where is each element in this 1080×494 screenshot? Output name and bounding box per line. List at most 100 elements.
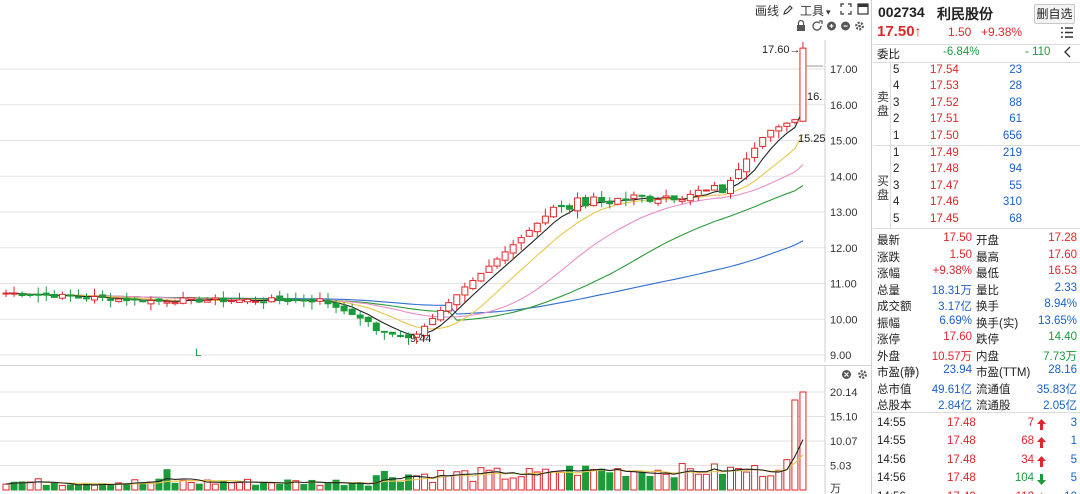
stock-name: 利民股份 [937,6,993,22]
trade-row[interactable]: 14:55 17.48 7 3 [873,416,1080,433]
ask-row[interactable]: 3 17.52 88 [873,96,1080,113]
volume-bar [340,485,348,491]
trade-row[interactable]: 14:56 17.48 34 5 [873,453,1080,470]
candle [316,292,324,305]
fullscreen-icon[interactable] [840,3,852,18]
stat-row[interactable]: 涨跌 1.50 最高 17.60 [873,248,1080,265]
ma-value-label: 15.25 [798,133,826,145]
bid-row[interactable]: 3 17.47 55 [873,179,1080,196]
stat-row[interactable]: 最新 17.50 开盘 17.28 [873,231,1080,248]
price-tick-label: 16.00 [830,100,858,112]
trade-row[interactable]: 14:56 17.48 104 5 [873,471,1080,488]
stat-row[interactable]: 涨停 17.60 跌停 14.40 [873,330,1080,347]
volume-bar [469,480,477,491]
bid-level: 5 [893,212,900,225]
candle [557,200,565,213]
volume-chart[interactable]: 20.14 15.10 10.07 5.03 万 [0,366,872,494]
bid-price: 17.45 [930,212,959,225]
stat-row[interactable]: 市盈(静) 23.94 市盈(TTM) 28.16 [873,363,1080,380]
bid-level: 3 [893,179,900,192]
divider [873,228,1080,229]
close-pane-icon[interactable] [842,370,851,379]
candle [598,191,606,208]
stat-value: 1.50 [949,248,972,261]
bid-row[interactable]: 1 17.49 219 [873,146,1080,163]
list-menu-icon[interactable] [1061,27,1073,41]
ask-level: 4 [893,80,900,93]
quote-panel: 002734 利民股份 删自选 17.50↑ 1.50 +9.38% 委比 -6… [873,0,1080,494]
low-price-marker: 9.44 [410,333,431,345]
bid-row[interactable]: 5 17.45 68 [873,212,1080,229]
trade-row[interactable]: 14:56 17.49 112 10 [873,490,1080,494]
stat-value: 13.65% [1037,314,1077,327]
ask-row[interactable]: 5 17.54 23 [873,63,1080,80]
volume-bar [477,467,485,491]
volume-bar [260,481,268,491]
price-tick-label: 13.00 [830,207,858,219]
volume-bar [445,475,453,491]
candle [348,303,356,315]
stat-label: 市盈(静) [877,367,920,379]
bid-volume: 68 [1009,212,1022,225]
ask-volume: 23 [1009,64,1022,76]
tools-menu-button[interactable]: 工具 ▾ [800,2,831,19]
stat-row[interactable]: 总量 18.31万 量比 2.33 [873,281,1080,298]
volume-bar [590,468,598,491]
volume-bar [413,475,421,491]
volume-bar [276,483,284,491]
candle [66,289,74,302]
chevron-left-icon[interactable] [1063,46,1073,61]
stat-row[interactable]: 外盘 10.57万 内盘 7.73万 [873,347,1080,364]
volume-bar [74,484,82,491]
trade-volume: 7 [1027,417,1034,429]
stat-row[interactable]: 振幅 6.69% 换手(实) 13.65% [873,314,1080,331]
stat-value: 23.94 [943,364,972,376]
volume-bar [799,391,807,491]
chart-toolbar: 画线 工具 ▾ [0,0,872,20]
ask-row[interactable]: 4 17.53 28 [873,79,1080,96]
gear-icon[interactable] [855,21,864,31]
zoom-in-icon[interactable] [827,21,836,31]
candle [195,296,203,303]
price-chart[interactable]: 17.00 16.00 15.00 14.00 13.00 12.00 11.00 10.00… [0,20,872,362]
candle [324,292,332,309]
trade-price: 17.48 [947,472,976,485]
window-icon[interactable] [857,3,869,18]
trade-row[interactable]: 14:55 17.48 68 1 [873,434,1080,451]
draw-line-button[interactable]: 画线 [755,2,794,19]
volume-bar [66,484,74,491]
bid-row[interactable]: 4 17.46 310 [873,195,1080,212]
ask-row[interactable]: 2 17.51 61 [873,112,1080,129]
stat-row[interactable]: 成交额 3.17亿 换手 8.94% [873,297,1080,314]
stat-row[interactable]: 总股本 2.84亿 流通股 2.05亿 [873,396,1080,413]
bid-level: 1 [893,147,900,159]
volume-bar [759,475,767,491]
ask-price: 17.51 [930,113,959,126]
kline-chart-area[interactable]: 画线 工具 ▾ 17.00 16.00 15.00 14.00 13.00 12.00 11.… [0,0,872,494]
candle [445,298,453,314]
weibi-row: 委比 -6.84% - 110 [873,45,1080,62]
ask-row[interactable]: 1 17.50 656 [873,129,1080,146]
lock-icon[interactable] [797,20,805,32]
gear-icon[interactable] [858,370,867,379]
volume-bar [429,481,437,491]
stat-value: 49.61亿 [931,383,972,396]
candle [356,311,364,326]
candle [461,282,469,303]
candle [541,208,549,226]
candle [662,189,670,203]
candle [42,286,50,302]
stat-row[interactable]: 涨幅 +9.38% 最低 16.53 [873,264,1080,281]
volume-bar [332,479,340,491]
ask-price: 17.52 [930,96,959,109]
refresh-icon[interactable] [812,20,823,31]
volume-bar [268,482,276,491]
trade-price: 17.48 [947,435,976,448]
zoom-out-icon[interactable] [841,21,850,31]
remove-watchlist-button[interactable]: 删自选 [1034,4,1075,24]
candle [2,289,10,297]
stat-row[interactable]: 总市值 49.61亿 流通值 35.83亿 [873,380,1080,397]
bid-row[interactable]: 2 17.48 94 [873,162,1080,179]
candle [83,293,90,302]
candle [107,292,115,308]
